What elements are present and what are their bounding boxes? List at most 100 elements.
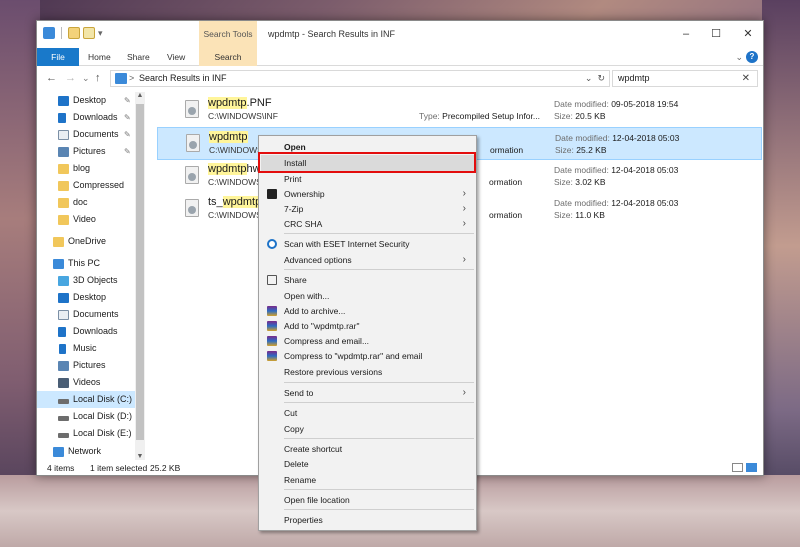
menu-item-crc-sha[interactable]: CRC SHA ›	[261, 216, 474, 232]
tab-home[interactable]: Home	[80, 48, 119, 66]
refresh-icon[interactable]: ↻	[597, 73, 605, 83]
tab-search[interactable]: Search	[199, 48, 257, 66]
menu-divider	[284, 509, 474, 510]
nav-item-downloads[interactable]: Downloads ✎	[37, 109, 135, 126]
nav-item-documents[interactable]: Documents ✎	[37, 126, 135, 143]
tab-file[interactable]: File	[37, 48, 79, 66]
forward-button[interactable]: →	[65, 71, 76, 85]
drive-icon	[58, 416, 69, 421]
desktop-icon	[58, 293, 69, 303]
folder-icon	[58, 181, 69, 191]
tab-share[interactable]: Share	[119, 48, 158, 66]
breadcrumb[interactable]: Search Results in INF	[139, 71, 227, 86]
customize-toolbar-icon[interactable]: ▾	[98, 28, 103, 39]
new-folder-icon[interactable]	[83, 27, 95, 39]
nav-item-desktop[interactable]: Desktop ✎	[37, 92, 135, 109]
nav-item-documents-pc[interactable]: Documents	[37, 306, 135, 323]
nav-item-onedrive[interactable]: OneDrive	[37, 233, 135, 250]
file-name: wpdmtphw	[208, 163, 261, 175]
menu-item-rename[interactable]: Rename	[261, 472, 474, 488]
explorer-app-icon[interactable]	[43, 27, 55, 39]
selection-size: 25.2 KB	[150, 463, 181, 473]
large-icons-view-icon[interactable]	[746, 463, 757, 472]
menu-item-cut[interactable]: Cut	[261, 405, 474, 421]
search-query[interactable]: wpdmtp	[618, 71, 650, 86]
maximize-button[interactable]: ☐	[701, 21, 731, 48]
menu-item-7zip[interactable]: 7-Zip ›	[261, 201, 474, 217]
menu-divider	[284, 489, 474, 490]
desktop-icon	[58, 96, 69, 106]
menu-item-send-to[interactable]: Send to ›	[261, 385, 474, 401]
breadcrumb-chevron[interactable]: >	[129, 71, 134, 86]
details-view-icon[interactable]	[732, 463, 743, 472]
nav-item-pictures-pc[interactable]: Pictures	[37, 357, 135, 374]
menu-item-advanced-options[interactable]: Advanced options ›	[261, 252, 474, 268]
nav-item-downloads-pc[interactable]: Downloads	[37, 323, 135, 340]
nav-item-blog[interactable]: blog	[37, 160, 135, 177]
nav-label: Network	[68, 446, 102, 456]
menu-item-open-with[interactable]: Open with...	[261, 288, 474, 304]
nav-item-local-disk-d[interactable]: Local Disk (D:)	[37, 408, 135, 425]
nav-item-desktop-pc[interactable]: Desktop	[37, 289, 135, 306]
ownership-icon	[267, 189, 277, 199]
downloads-icon	[58, 327, 66, 337]
nav-item-pictures[interactable]: Pictures ✎	[37, 143, 135, 160]
nav-item-this-pc[interactable]: This PC	[37, 255, 135, 272]
nav-label: Documents	[73, 129, 119, 139]
menu-item-properties[interactable]: Properties	[261, 512, 474, 528]
nav-item-video[interactable]: Video	[37, 211, 135, 228]
menu-item-open-file-location[interactable]: Open file location	[261, 492, 474, 508]
file-type: ormation	[489, 210, 523, 220]
menu-item-create-shortcut[interactable]: Create shortcut	[261, 441, 474, 457]
ribbon-tabs: File Home Share View Search ⌄ ?	[37, 48, 763, 66]
back-button[interactable]: ←	[46, 71, 57, 85]
scroll-up-icon[interactable]: ▲	[135, 92, 145, 99]
share-icon	[267, 275, 277, 285]
nav-item-local-disk-c[interactable]: Local Disk (C:)	[37, 391, 135, 408]
nav-item-local-disk-e[interactable]: Local Disk (E:)	[37, 425, 135, 442]
winrar-icon	[267, 336, 277, 346]
tab-view[interactable]: View	[159, 48, 193, 66]
menu-divider	[284, 402, 474, 403]
file-path: C:\WINDOWS	[208, 210, 262, 220]
setup-file-icon	[186, 134, 200, 152]
menu-item-ownership[interactable]: Ownership ›	[261, 186, 474, 202]
menu-item-add-to-archive[interactable]: Add to archive...	[261, 303, 474, 319]
nav-item-doc[interactable]: doc	[37, 194, 135, 211]
properties-icon[interactable]	[68, 27, 80, 39]
nav-label: Compressed	[73, 180, 125, 190]
nav-item-compressed[interactable]: Compressed	[37, 177, 135, 194]
menu-item-copy[interactable]: Copy	[261, 421, 474, 437]
minimize-button[interactable]: –	[671, 21, 701, 48]
menu-item-eset-scan[interactable]: Scan with ESET Internet Security	[261, 236, 474, 252]
recent-locations-button[interactable]: ⌄	[82, 71, 90, 85]
scroll-thumb[interactable]	[136, 104, 144, 440]
nav-item-videos[interactable]: Videos	[37, 374, 135, 391]
nav-scrollbar[interactable]: ▲ ▼	[135, 92, 145, 460]
menu-item-delete[interactable]: Delete	[261, 456, 474, 472]
menu-item-print[interactable]: Print	[261, 171, 474, 187]
menu-item-add-to-rar[interactable]: Add to "wpdmtp.rar"	[261, 318, 474, 334]
menu-item-restore-versions[interactable]: Restore previous versions	[261, 364, 474, 380]
address-dropdown-icon[interactable]: ⌄	[585, 73, 593, 83]
install-highlight-box	[258, 152, 476, 173]
file-row[interactable]: wpdmtp.PNF C:\WINDOWS\INF Type: Precompi…	[157, 94, 762, 127]
collapse-ribbon-icon[interactable]: ⌄	[735, 49, 743, 65]
scroll-down-icon[interactable]: ▼	[135, 453, 145, 460]
documents-icon	[58, 310, 69, 320]
address-bar[interactable]: > Search Results in INF ⌄ ↻	[110, 70, 610, 87]
menu-item-share[interactable]: Share	[261, 272, 474, 288]
search-input[interactable]: wpdmtp ✕	[612, 70, 758, 87]
up-button[interactable]: ↑	[95, 71, 101, 85]
setup-file-icon	[185, 199, 199, 217]
menu-item-compress-email[interactable]: Compress and email...	[261, 333, 474, 349]
close-button[interactable]: ✕	[733, 21, 763, 48]
clear-search-icon[interactable]: ✕	[742, 71, 750, 86]
nav-item-3d-objects[interactable]: 3D Objects	[37, 272, 135, 289]
nav-item-network[interactable]: Network	[37, 443, 135, 460]
menu-item-compress-rar-email[interactable]: Compress to "wpdmtp.rar" and email	[261, 348, 474, 364]
nav-item-music[interactable]: Music	[37, 340, 135, 357]
help-icon[interactable]: ?	[746, 51, 758, 63]
nav-label: Pictures	[73, 360, 106, 370]
title-bar[interactable]: ▾ Search Tools wpdmtp - Search Results i…	[37, 21, 763, 48]
